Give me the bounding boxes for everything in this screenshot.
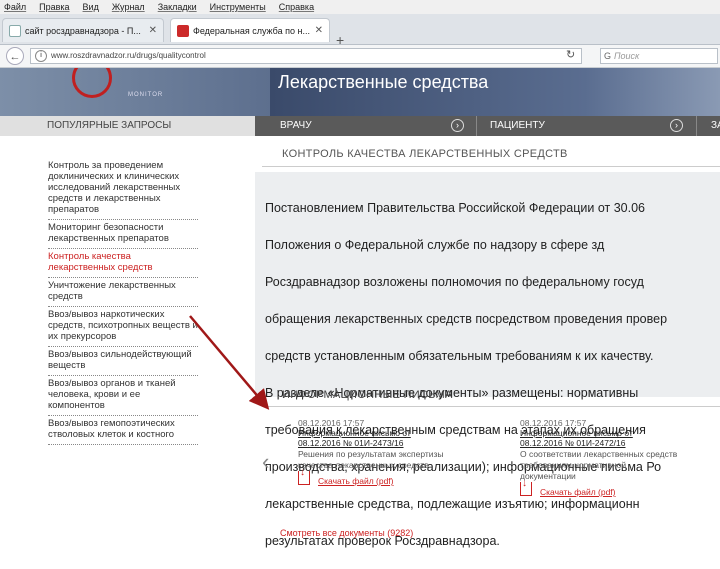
- reload-icon[interactable]: ↻: [566, 48, 580, 62]
- search-engine-icon: G: [604, 51, 612, 61]
- tab-label: Федеральная служба по н...: [193, 26, 310, 36]
- nav-divider: [476, 116, 477, 136]
- header-banner: MONITOR Лекарственные средства: [0, 68, 720, 116]
- navigation-toolbar: ← i www.roszdravnadzor.ru/drugs/qualityco…: [0, 45, 720, 68]
- menu-history[interactable]: Журнал: [108, 2, 145, 12]
- sidebar-item-organs-tissues[interactable]: Ввоз/вывоз органов и тканей человека, кр…: [48, 376, 198, 416]
- download-pdf-link[interactable]: Скачать файл (pdf): [298, 468, 488, 486]
- letter-description: Решения по результатам экспертизы: [298, 449, 444, 459]
- menu-tools[interactable]: Инструменты: [206, 2, 266, 12]
- letter-title-link[interactable]: Информационное письмо от: [298, 428, 488, 438]
- sidebar-item-destruction[interactable]: Уничтожение лекарственных средств: [48, 278, 198, 307]
- letter-title-link[interactable]: 08.12.2016 № 01И-2473/16: [298, 438, 488, 448]
- nav-patient-label: ПАЦИЕНТУ: [490, 120, 545, 131]
- close-tab-icon[interactable]: ✕: [149, 19, 157, 42]
- divider: [262, 166, 720, 167]
- nav-doctor-label: ВРАЧУ: [280, 120, 312, 131]
- see-all-documents-link[interactable]: Смотреть все документы (9282): [280, 528, 413, 538]
- page-title: Лекарственные средства: [278, 72, 489, 92]
- letter-description: О соответствии лекарственных средств: [520, 449, 678, 459]
- url-text: www.roszdravnadzor.ru/drugs/qualitycontr…: [51, 51, 206, 60]
- section-title: КОНТРОЛЬ КАЧЕСТВА ЛЕКАРСТВЕННЫХ СРЕДСТВ: [282, 148, 568, 160]
- sidebar-item-clinical-trials[interactable]: Контроль за проведением доклинических и …: [48, 158, 198, 220]
- text-line: средств установленным обязательным требо…: [265, 348, 654, 363]
- download-pdf-link[interactable]: Скачать файл (pdf): [520, 479, 710, 497]
- menu-edit[interactable]: Правка: [35, 2, 69, 12]
- chevron-right-icon[interactable]: ›: [670, 119, 683, 132]
- search-placeholder: Поиск: [614, 51, 640, 61]
- letter-date: 08.12.2016 17:57: [520, 418, 587, 428]
- close-tab-icon[interactable]: ✕: [315, 19, 323, 42]
- address-bar[interactable]: i www.roszdravnadzor.ru/drugs/qualitycont…: [30, 48, 582, 64]
- download-label: Скачать файл (pdf): [318, 476, 394, 486]
- search-input[interactable]: G Поиск: [600, 48, 718, 64]
- chevron-right-icon[interactable]: ›: [451, 119, 464, 132]
- download-label: Скачать файл (pdf): [540, 487, 616, 497]
- browser-tab[interactable]: сайт росздравнадзора - П... ✕: [2, 18, 164, 42]
- text-line: Положения о Федеральной службе по надзор…: [265, 237, 605, 252]
- download-icon: [520, 479, 532, 496]
- letter-description: документации: [520, 471, 576, 481]
- nav-divider: [696, 116, 697, 136]
- site-info-icon[interactable]: i: [35, 50, 47, 62]
- letter-title-link[interactable]: 08.12.2016 № 01И-2472/16: [520, 438, 710, 448]
- nav-doctor[interactable]: ВРАЧУ ›: [280, 116, 464, 136]
- favicon-icon: [177, 25, 189, 37]
- banner-image: MONITOR: [0, 68, 270, 116]
- menu-view[interactable]: Вид: [79, 2, 99, 12]
- letter-description: требованиям нормативной: [520, 460, 627, 470]
- text-line: обращения лекарственных средств посредст…: [265, 311, 668, 326]
- menu-file[interactable]: Файл: [0, 2, 26, 12]
- tab-label: сайт росздравнадзора - П...: [25, 26, 141, 36]
- letter-title-link[interactable]: Информационное письмо от: [520, 428, 710, 438]
- download-icon: [298, 468, 310, 485]
- text-line: лекарственные средства, подлежащие изъят…: [265, 496, 640, 511]
- nav-extra[interactable]: ЗА: [711, 116, 720, 136]
- letter-description: качества лекарственных средств: [298, 460, 429, 470]
- intro-text: Постановлением Правительства Российской …: [265, 180, 720, 569]
- letter-card: 08.12.2016 17:57 Информационное письмо о…: [520, 418, 710, 497]
- letters-section-title: ИНФОРМАЦИОННЫЕ ПИСЬМА: [282, 389, 453, 401]
- sidebar-item-stem-cells[interactable]: Ввоз/вывоз гемопоэтических стволовых кле…: [48, 416, 198, 445]
- sidebar-item-quality-control[interactable]: Контроль качества лекарственных средств: [48, 249, 198, 278]
- nav-popular-requests[interactable]: ПОПУЛЯРНЫЕ ЗАПРОСЫ: [0, 116, 255, 136]
- monitor-label: MONITOR: [128, 92, 164, 98]
- letter-card: 08.12.2016 17:57 Информационное письмо о…: [298, 418, 488, 486]
- carousel-prev-icon[interactable]: ‹: [262, 451, 269, 473]
- sidebar-item-narcotics[interactable]: Ввоз/вывоз наркотических средств, психот…: [48, 307, 198, 347]
- sidebar: Контроль за проведением доклинических и …: [48, 158, 198, 445]
- menu-bar: Файл Правка Вид Журнал Закладки Инструменты Сп…: [0, 0, 720, 14]
- letter-date: 08.12.2016 17:57: [298, 418, 365, 428]
- main-nav: ПОПУЛЯРНЫЕ ЗАПРОСЫ ВРАЧУ › ПАЦИЕНТУ › ЗА: [0, 116, 720, 136]
- menu-bookmarks[interactable]: Закладки: [154, 2, 197, 12]
- sidebar-item-safety-monitoring[interactable]: Мониторинг безопасности лекарственных пр…: [48, 220, 198, 249]
- menu-help[interactable]: Справка: [275, 2, 314, 12]
- sidebar-item-potent-substances[interactable]: Ввоз/вывоз сильнодействующий веществ: [48, 347, 198, 376]
- text-line: Росздравнадзор возложены полномочия по ф…: [265, 274, 644, 289]
- logo-disc-icon: [72, 68, 112, 98]
- tab-bar: сайт росздравнадзора - П... ✕ Федеральна…: [0, 14, 720, 48]
- browser-tab-active[interactable]: Федеральная служба по н... ✕: [170, 18, 330, 42]
- divider: [262, 406, 720, 407]
- favicon-icon: [9, 25, 21, 37]
- text-line: Постановлением Правительства Российской …: [265, 200, 645, 215]
- nav-patient[interactable]: ПАЦИЕНТУ ›: [490, 116, 683, 136]
- back-button[interactable]: ←: [6, 47, 24, 65]
